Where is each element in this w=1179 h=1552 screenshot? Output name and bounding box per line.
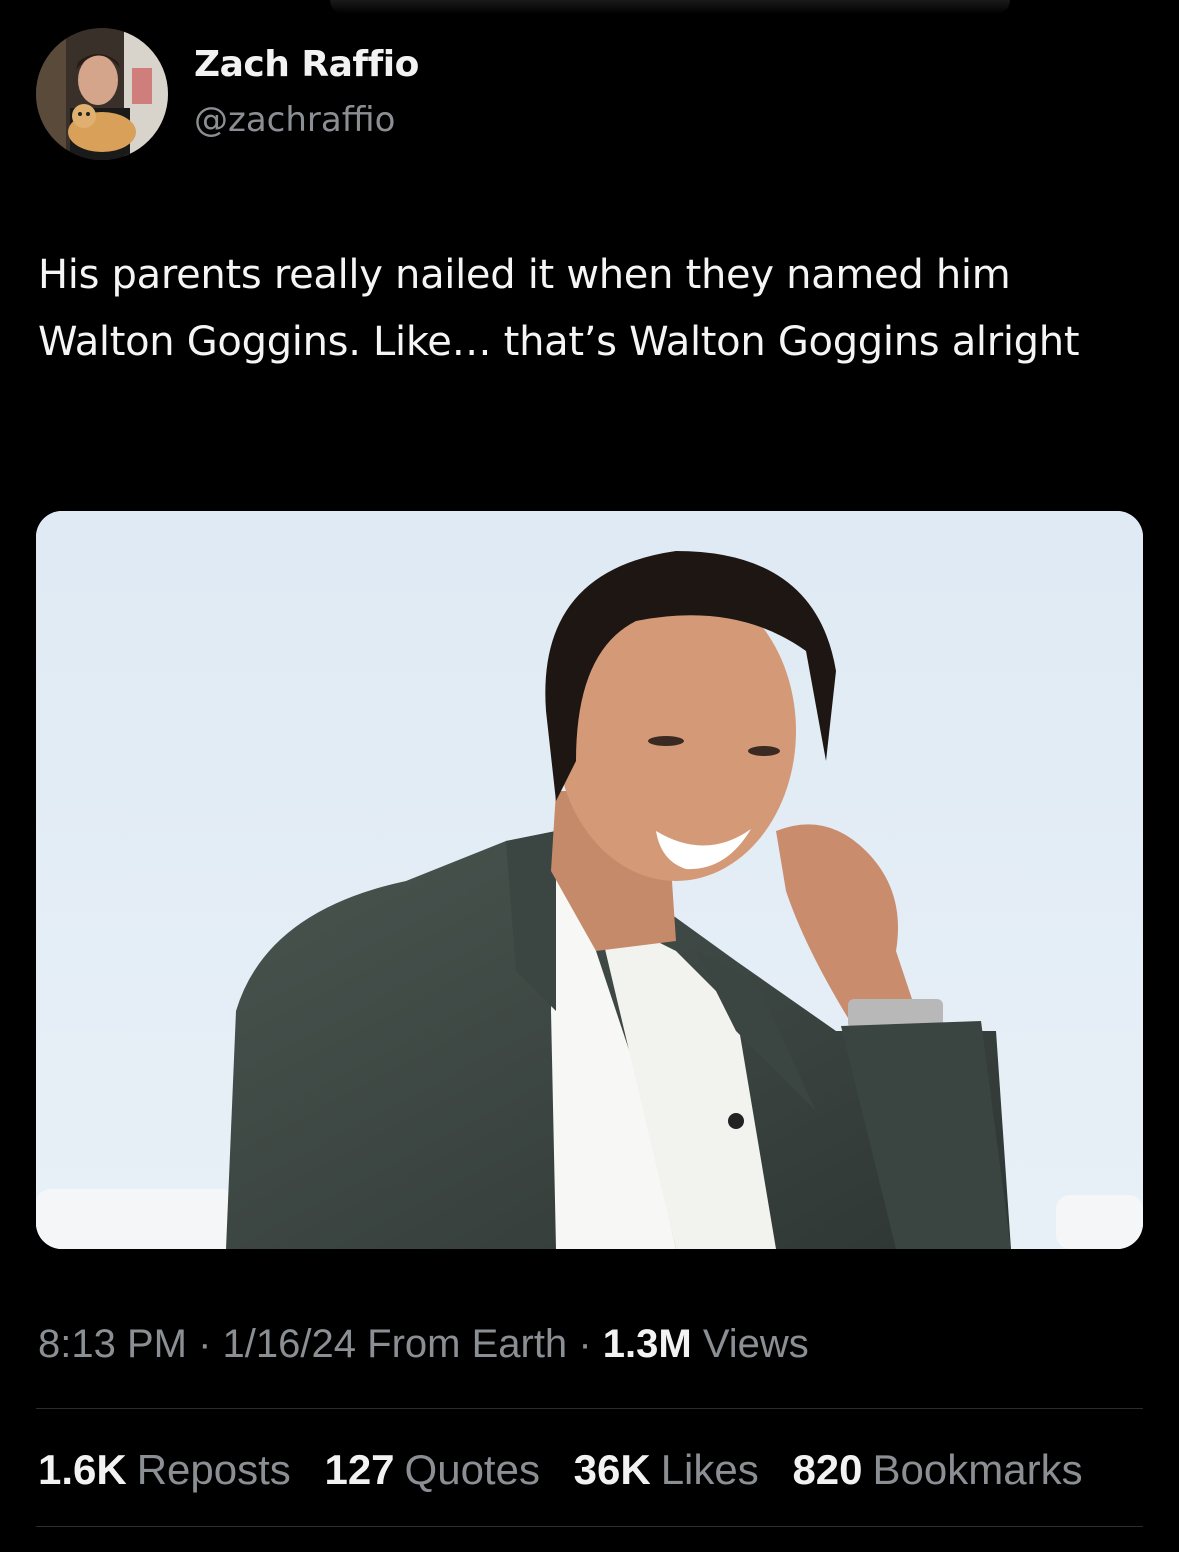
stat-quotes[interactable]: 127 Quotes <box>324 1446 540 1493</box>
status-bar-notch <box>330 0 1010 14</box>
stat-reposts[interactable]: 1.6K Reposts <box>38 1446 291 1493</box>
views-label[interactable]: Views <box>703 1322 809 1366</box>
portrait-photo <box>36 511 1143 1249</box>
avatar[interactable] <box>36 28 168 160</box>
stat-label: Reposts <box>136 1446 291 1493</box>
divider <box>36 1526 1143 1527</box>
author-handle[interactable]: @zachraffio <box>194 100 395 140</box>
views-count: 1.3M <box>602 1322 692 1366</box>
stat-count: 36K <box>573 1446 651 1493</box>
author-display-name[interactable]: Zach Raffio <box>194 44 419 85</box>
tweet-meta: 8:13 PM · 1/16/24 From Earth · 1.3M View… <box>38 1322 809 1367</box>
stat-count: 127 <box>324 1446 395 1493</box>
tweet-stats: 1.6K Reposts 127 Quotes 36K Likes 820 Bookma… <box>38 1446 1105 1494</box>
stat-likes[interactable]: 36K Likes <box>574 1446 759 1493</box>
tweet-time[interactable]: 8:13 PM <box>38 1322 187 1366</box>
tweet-media-image[interactable] <box>36 511 1143 1249</box>
divider <box>36 1408 1143 1409</box>
avatar-photo <box>36 28 168 160</box>
tweet-text: His parents really nailed it when they n… <box>38 252 1080 365</box>
stat-label: Bookmarks <box>872 1446 1083 1493</box>
stat-label: Quotes <box>404 1446 540 1493</box>
stat-label: Likes <box>660 1446 759 1493</box>
meta-separator: · <box>578 1322 592 1366</box>
meta-separator: · <box>198 1322 212 1366</box>
stat-bookmarks[interactable]: 820 Bookmarks <box>792 1446 1082 1493</box>
stat-count: 1.6K <box>38 1446 127 1493</box>
tweet-location: From Earth <box>367 1322 568 1366</box>
stat-count: 820 <box>792 1446 863 1493</box>
tweet-date[interactable]: 1/16/24 <box>223 1322 356 1366</box>
